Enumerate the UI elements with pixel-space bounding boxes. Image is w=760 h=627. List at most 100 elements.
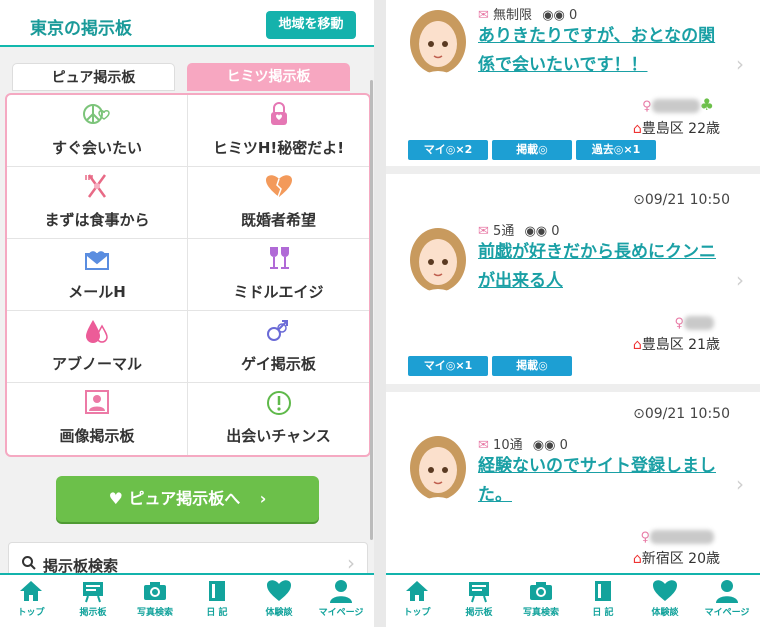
avatar [410,228,466,306]
mail-icon: ✉ [478,224,489,239]
header: 東京の掲示板 地域を移動 [0,0,374,47]
post-location: ⌂豊島区 22歳 [632,121,720,137]
badge-keisai: 掲載◎ [492,140,572,160]
user-name-blurred: ♀ ♣ [642,95,714,114]
category-kikonsha[interactable]: 既婚者希望 [188,167,369,239]
diary-icon [595,581,611,601]
post-time: ⊙09/21 10:50 [633,406,730,422]
mail-limit: 10通 [493,438,523,453]
nav-label: 日 記 [592,608,614,618]
female-icon: ♀ [674,316,684,331]
nav-label: 掲示板 [465,608,493,618]
nav-label: トップ [17,608,45,618]
right-screen: ✉ 無制限 ◉◉ 0 ありきたりですが、おとなの関係で会いたいです！！ › ♀ ♣… [386,0,760,627]
category-chance[interactable]: 出会いチャンス [188,383,369,455]
user-name-blurred: ♀ [674,312,714,331]
home-icon [406,581,428,601]
category-gay[interactable]: ゲイ掲示板 [188,311,369,383]
post-item[interactable]: ⊙09/21 10:50 ✉ 5通 ◉◉ 0 前戯が好きだから長めにクンニが出来… [386,174,760,384]
chevron-right-icon: › [259,489,267,508]
post-item[interactable]: ✉ 無制限 ◉◉ 0 ありきたりですが、おとなの関係で会いたいです！！ › ♀ ♣… [386,0,760,166]
lock-icon [188,101,369,127]
post-time: ⊙09/21 10:50 [633,192,730,208]
badge-mai: マイ◎×1 [408,356,488,376]
user-icon [330,580,352,603]
view-count: 0 [559,438,568,453]
bottom-nav: トップ 掲示板 写真検索 日 記 体験談 マイページ [0,573,374,627]
change-region-button[interactable]: 地域を移動 [266,11,356,39]
mail-icon: ✉ [478,8,489,23]
category-mail-h[interactable]: メールH [7,239,188,311]
nav-label: トップ [403,608,431,618]
nav-board[interactable]: 掲示板 [448,579,510,627]
nav-board[interactable]: 掲示板 [62,579,124,627]
clock-icon: ⊙ [633,192,645,208]
heart-icon [653,580,677,601]
user-icon [716,580,738,603]
exclamation-icon [188,389,369,415]
category-image-board[interactable]: 画像掲示板 [7,383,188,455]
scrollbar[interactable] [370,80,373,540]
category-shokuji[interactable]: まずは食事から [7,167,188,239]
user-name-blurred: ♀ [640,526,714,545]
diary-icon [209,581,225,601]
tab-pure-board[interactable]: ピュア掲示板 [12,63,175,91]
nav-photo-search[interactable]: 写真検索 [124,579,186,627]
camera-icon [144,582,166,600]
left-screen: 東京の掲示板 地域を移動 ピュア掲示板 ヒミツ掲示板 すぐ会いたい ヒミツH!秘… [0,0,374,627]
badge-mai: マイ◎×2 [408,140,488,160]
fork-knife-icon [7,173,187,199]
post-title[interactable]: 経験ないのでサイト登録しました。 [478,452,724,510]
post-title[interactable]: ありきたりですが、おとなの関係で会いたいです！！ [478,22,724,80]
post-meta: ✉ 無制限 ◉◉ 0 [478,4,577,23]
tab-himitsu-board[interactable]: ヒミツ掲示板 [187,63,350,91]
category-label: ゲイ掲示板 [241,355,316,373]
post-location: ⌂豊島区 21歳 [632,337,720,353]
avatar [410,10,466,88]
nav-experience[interactable]: 体験談 [248,579,310,627]
badge-kako: 過去◎×1 [576,140,656,160]
nav-photo-search[interactable]: 写真検索 [510,579,572,627]
post-item[interactable]: ⊙09/21 10:50 ✉ 10通 ◉◉ 0 経験ないのでサイト登録しました。… [386,392,760,582]
category-label: 出会いチャンス [226,427,331,445]
category-label: ミドルエイジ [233,283,324,301]
heart-mail-icon [7,245,187,271]
location-icon: ⌂ [632,337,642,353]
chevron-right-icon: › [736,472,744,496]
avatar [410,436,466,514]
nav-mypage[interactable]: マイページ [696,579,758,627]
category-himitsu-h[interactable]: ヒミツH!秘密だよ! [188,95,369,167]
category-middle-age[interactable]: ミドルエイジ [188,239,369,311]
post-location: ⌂新宿区 20歳 [632,551,720,567]
nav-label: 掲示板 [79,608,107,618]
go-pure-board-button[interactable]: ♥ ピュア掲示板へ › [56,476,319,522]
board-icon [83,582,103,603]
nav-label: 写真検索 [136,608,173,618]
nav-mypage[interactable]: マイページ [310,579,372,627]
nav-top[interactable]: トップ [386,579,448,627]
category-label: まずは食事から [44,211,150,229]
go-pure-board-label: ピュア掲示板へ [128,489,241,508]
category-sugu-aitai[interactable]: すぐ会いたい [7,95,188,167]
category-abnormal[interactable]: アブノーマル [7,311,188,383]
bottom-nav: トップ 掲示板 写真検索 日 記 体験談 マイページ [386,573,760,627]
category-label: ヒミツH!秘密だよ! [212,139,345,157]
home-icon [20,581,42,601]
mail-limit: 5通 [493,224,515,239]
category-label: アブノーマル [51,355,142,373]
picture-icon [7,389,187,415]
nav-top[interactable]: トップ [0,579,62,627]
nav-diary[interactable]: 日 記 [186,579,248,627]
post-title[interactable]: 前戯が好きだから長めにクンニが出来る人 [478,238,724,296]
nav-label: 体験談 [651,608,679,618]
post-meta: ✉ 5通 ◉◉ 0 [478,220,560,239]
eyes-icon: ◉◉ [532,438,556,453]
nav-diary[interactable]: 日 記 [572,579,634,627]
broken-heart-icon [188,173,369,199]
wine-glass-icon [188,245,369,271]
clover-icon: ♣ [699,95,714,114]
category-label: メールH [68,283,126,301]
drops-icon [7,317,187,343]
category-label: すぐ会いたい [51,139,142,157]
nav-experience[interactable]: 体験談 [634,579,696,627]
